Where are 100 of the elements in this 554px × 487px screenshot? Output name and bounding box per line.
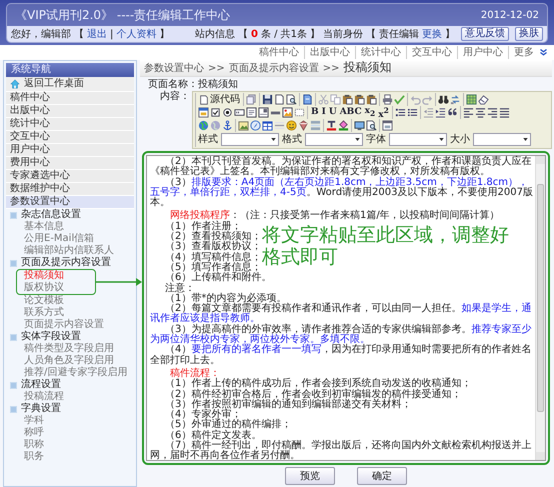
sidebar-item[interactable]: 参数设置中心 (6, 196, 134, 209)
align-right-icon[interactable] (486, 107, 498, 118)
format-button[interactable]: U (328, 107, 338, 118)
text-field-icon[interactable] (234, 107, 245, 118)
sidebar-link[interactable]: 版权协议 (17, 282, 95, 294)
gem-icon[interactable] (298, 120, 309, 131)
anchor-icon[interactable] (222, 120, 233, 131)
action-button[interactable]: 确定 (357, 467, 407, 485)
smiley-icon[interactable] (286, 120, 297, 131)
align-center-icon[interactable] (474, 107, 486, 118)
sidebar-link[interactable]: 投稿流程 (6, 391, 134, 403)
sidebar-link[interactable]: 投稿须知 (17, 270, 95, 282)
link[interactable]: 退出 (87, 28, 107, 40)
format-button[interactable]: I (320, 107, 327, 118)
sidebar-item[interactable]: 交互中心 (6, 131, 134, 144)
table-icon[interactable] (262, 120, 273, 131)
dropdown-field[interactable] (305, 133, 363, 146)
dropdown-icon[interactable] (258, 107, 269, 118)
grid-icon[interactable] (466, 94, 477, 105)
sidebar-link[interactable]: 学科 (6, 415, 134, 427)
action-button[interactable]: 预览 (285, 467, 335, 485)
replace-arrows-icon[interactable] (450, 94, 461, 105)
indent-icon[interactable] (434, 107, 446, 118)
breadcrumb-link[interactable]: 页面及提示内容设置 (228, 62, 319, 75)
sidebar-item[interactable]: 专家遴选中心 (6, 170, 134, 183)
eraser-icon[interactable] (478, 94, 489, 105)
home-link[interactable]: 返回工作桌面 (6, 77, 134, 92)
sidebar-link[interactable]: 编辑部站内信联系人 (6, 245, 134, 257)
compass-icon[interactable] (250, 120, 261, 131)
dialog-window-icon[interactable] (382, 120, 393, 131)
sidebar-link[interactable]: 页面提示内容设置 (6, 319, 134, 331)
format-button[interactable]: x$^{2}$ (377, 104, 390, 120)
nav-link[interactable]: 统计中心 (355, 46, 406, 59)
nav-link[interactable]: 更多 (508, 46, 539, 59)
text-area-icon[interactable] (246, 107, 257, 118)
header-button[interactable]: 换肤 (515, 27, 543, 41)
format-button[interactable]: ABC (338, 107, 363, 118)
link[interactable]: 个人资料 (116, 28, 156, 40)
dropdown-field[interactable] (473, 133, 531, 146)
paragraph: 网络投稿程序：（注：只接受第一作者来稿1篇/年，以投稿时间间隔计算） (169, 211, 501, 222)
sidebar-link[interactable]: 公用E-Mail信箱 (6, 233, 134, 245)
globe-icon[interactable] (198, 120, 209, 131)
sidebar-link[interactable]: 职称 (6, 439, 134, 451)
paragraph: （5）填写作者信息； (165, 262, 262, 273)
image-icon[interactable] (238, 120, 249, 131)
bulleted-list-icon[interactable] (406, 107, 418, 118)
numbered-list-icon[interactable] (394, 107, 406, 118)
sidebar-link[interactable]: 称呼 (6, 427, 134, 439)
filled-document-icon[interactable] (302, 94, 313, 105)
checkmark-icon[interactable] (394, 94, 405, 105)
document-magnifier-icon[interactable] (366, 120, 377, 131)
nav-link[interactable]: 出版中心 (304, 46, 355, 59)
header-button[interactable]: 意见反馈 (461, 27, 509, 41)
sidebar-link[interactable]: 职务 (6, 451, 134, 463)
paragraph: （1）作者上传的稿件成功后，作者会接到系统自动发送的收稿通知； (164, 379, 472, 390)
nav-link[interactable]: 用户中心 (457, 46, 508, 59)
sidebar-item[interactable]: 费用中心 (6, 157, 134, 170)
clipboard-icon[interactable] (342, 94, 353, 105)
align-left-icon[interactable] (462, 107, 474, 118)
sidebar-item[interactable]: 数据维护中心 (6, 183, 134, 196)
double-chevron-icon[interactable] (539, 48, 548, 57)
link[interactable]: 更换 (422, 28, 442, 40)
sidebar-link[interactable]: 论文模板 (6, 295, 134, 307)
format-button[interactable]: x$_{2}$ (364, 106, 376, 119)
document-magnifier-icon[interactable] (286, 94, 297, 105)
clipboard-icon[interactable] (354, 94, 365, 105)
breadcrumb-link[interactable]: 投稿须知 (344, 61, 392, 74)
sidebar-link[interactable]: 联系方式 (6, 307, 134, 319)
sidebar-link[interactable]: 人员角色及字段启用 (6, 355, 134, 367)
sidebar-link[interactable]: 推荐/回避专家字段启用 (6, 367, 134, 379)
sidebar-link[interactable]: 稿件类型及字段启用 (6, 343, 134, 355)
dropdown-field[interactable] (389, 133, 447, 146)
monitor-icon[interactable] (354, 120, 365, 131)
scrollbar[interactable] (535, 156, 545, 460)
sidebar-link[interactable]: 基本信息 (6, 221, 134, 233)
form-icon[interactable] (198, 107, 209, 118)
checkbox-icon[interactable] (210, 107, 221, 118)
justify-icon[interactable] (498, 107, 510, 118)
clipboard-icon[interactable] (366, 94, 377, 105)
text-color-icon[interactable] (326, 120, 337, 131)
sidebar-item[interactable]: 出版中心 (6, 105, 134, 118)
quote-icon[interactable] (446, 107, 458, 118)
document-icon[interactable] (274, 94, 285, 105)
label-text: 【 (366, 28, 376, 40)
format-button[interactable]: B (310, 107, 320, 118)
sidebar-item[interactable]: 用户中心 (6, 144, 134, 157)
dropdown-field[interactable] (221, 133, 279, 146)
binoculars-icon[interactable] (438, 94, 449, 105)
radio-icon[interactable] (222, 107, 233, 118)
printer-icon[interactable] (382, 94, 393, 105)
breadcrumb-link[interactable]: 参数设置中心 (144, 62, 204, 75)
source-button[interactable]: 源代码 (198, 94, 241, 106)
picture-frame-icon[interactable] (282, 107, 293, 118)
sidebar-item[interactable]: 统计中心 (6, 118, 134, 131)
sidebar-item[interactable]: 稿件中心 (6, 92, 134, 105)
paint-bucket-icon[interactable] (338, 120, 349, 131)
nav-link[interactable]: 稿件中心 (254, 46, 304, 59)
nav-link[interactable]: 交互中心 (406, 46, 457, 59)
label-text: 当前身份 (323, 28, 363, 40)
dotted-rectangle-icon[interactable] (294, 107, 305, 118)
